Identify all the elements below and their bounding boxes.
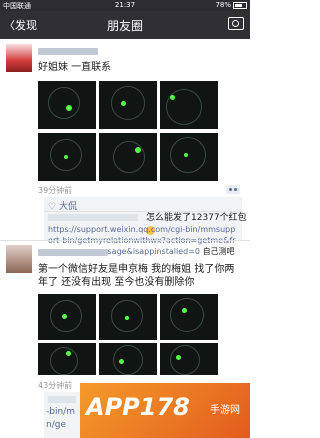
comment-link[interactable]: -bin/m (46, 406, 75, 419)
post-image[interactable] (99, 81, 157, 129)
post-text: 好姐妹 一直联系 (38, 62, 112, 73)
watermark-sub: 手游网 (210, 405, 240, 416)
page-title: 朋友圈 (106, 19, 143, 33)
post-image[interactable] (99, 294, 157, 340)
post-image[interactable] (38, 343, 96, 375)
post-image[interactable] (38, 294, 96, 340)
post-image[interactable] (99, 343, 157, 375)
post-image[interactable] (38, 133, 96, 181)
battery-indicator: 78% (215, 1, 247, 9)
user-name[interactable] (38, 48, 98, 55)
post-image[interactable] (160, 343, 218, 375)
post-text: 第一个微信好友是申京梅 我的梅姐 找了你两年了 还没有出现 至今也没有删除你 (38, 264, 235, 288)
post-image[interactable] (38, 81, 96, 129)
post-time: 39分钟前 (38, 186, 73, 195)
battery-icon (233, 1, 247, 9)
watermark-logo: APP178 手游网 (80, 383, 250, 438)
navigation-bar: 〈发现 朋友圈 (0, 11, 250, 39)
post-image[interactable] (160, 294, 218, 340)
camera-icon[interactable] (228, 17, 244, 30)
post-time: 43分钟前 (38, 381, 73, 390)
commenter-name[interactable] (48, 214, 138, 221)
post-image[interactable] (160, 133, 218, 181)
post-image[interactable] (160, 81, 218, 129)
post-divider (0, 240, 250, 241)
status-bar: 中国联通 21:37 78% (0, 0, 250, 11)
user-name[interactable] (38, 249, 108, 256)
avatar[interactable] (6, 44, 32, 72)
clock: 21:37 (114, 1, 136, 9)
avatar[interactable] (6, 245, 32, 273)
comment-link[interactable]: n/ge (46, 419, 66, 432)
more-options-button[interactable] (226, 185, 240, 194)
commenter-name[interactable] (48, 396, 76, 403)
post-image[interactable] (99, 133, 157, 181)
watermark-main: APP178 (86, 393, 190, 421)
